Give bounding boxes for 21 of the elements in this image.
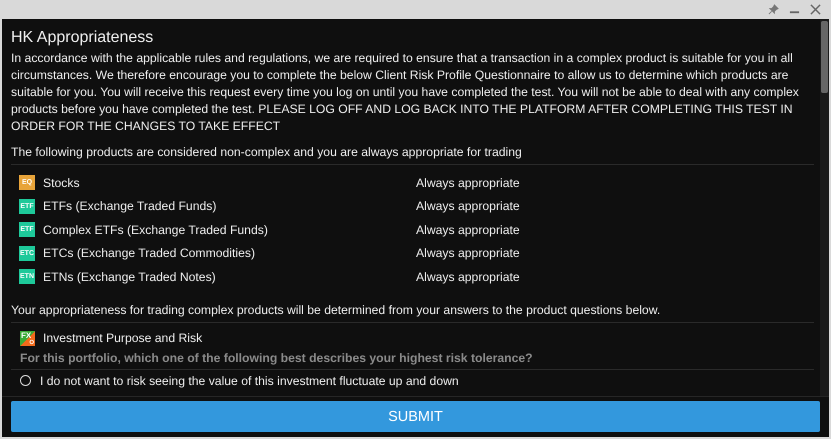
section-heading: Your appropriateness for trading complex products will be determined from your answers to the product questions below. <box>11 302 662 318</box>
radio-button[interactable] <box>20 375 31 386</box>
product-name: ETFs (Exchange Traded Funds) <box>43 199 218 214</box>
dialog-title: HK Appropriateness <box>11 29 154 47</box>
close-icon[interactable] <box>810 4 821 15</box>
product-name: Complex ETFs (Exchange Traded Funds) <box>43 222 269 237</box>
product-status: Always appropriate <box>416 270 520 284</box>
option-label[interactable]: I do not want to risk seeing the value of this investment fluctuate up and down <box>40 374 459 388</box>
product-name: ETNs (Exchange Traded Notes) <box>43 270 217 284</box>
section-title: Investment Purpose and Risk <box>43 331 202 345</box>
product-status: Always appropriate <box>416 246 520 260</box>
scrollbar-thumb[interactable] <box>821 21 828 93</box>
pin-icon[interactable] <box>768 4 779 15</box>
intro-paragraph: In accordance with the applicable rules and regulations, we are required to ensure that a transaction in a complex product is suitable for you in all circumstances. We therefore encourage you to complete the below Client Risk Profile Questionnaire to allow us to determine which products are suitable for you. You will receive this request every time you log on until you have completed the test. You will not be able to deal with any complex products before you have completed the test. PLEASE LOG OFF AND LOG BACK INTO THE PLATFORM AFTER COMPLETING THIS TEST IN ORDER FOR THE CHANGES TO TAKE EFFECT <box>11 50 800 135</box>
question-text: For this portfolio, which one of the following best describes your highest risk tolerance? <box>20 350 534 364</box>
section-heading: The following products are considered non-complex and you are always appropriate for trading <box>11 144 523 160</box>
product-status: Always appropriate <box>416 199 520 214</box>
product-status: Always appropriate <box>416 176 520 190</box>
product-status: Always appropriate <box>416 222 520 237</box>
product-name: Stocks <box>43 176 81 190</box>
product-name: ETCs (Exchange Traded Commodities) <box>43 246 256 260</box>
